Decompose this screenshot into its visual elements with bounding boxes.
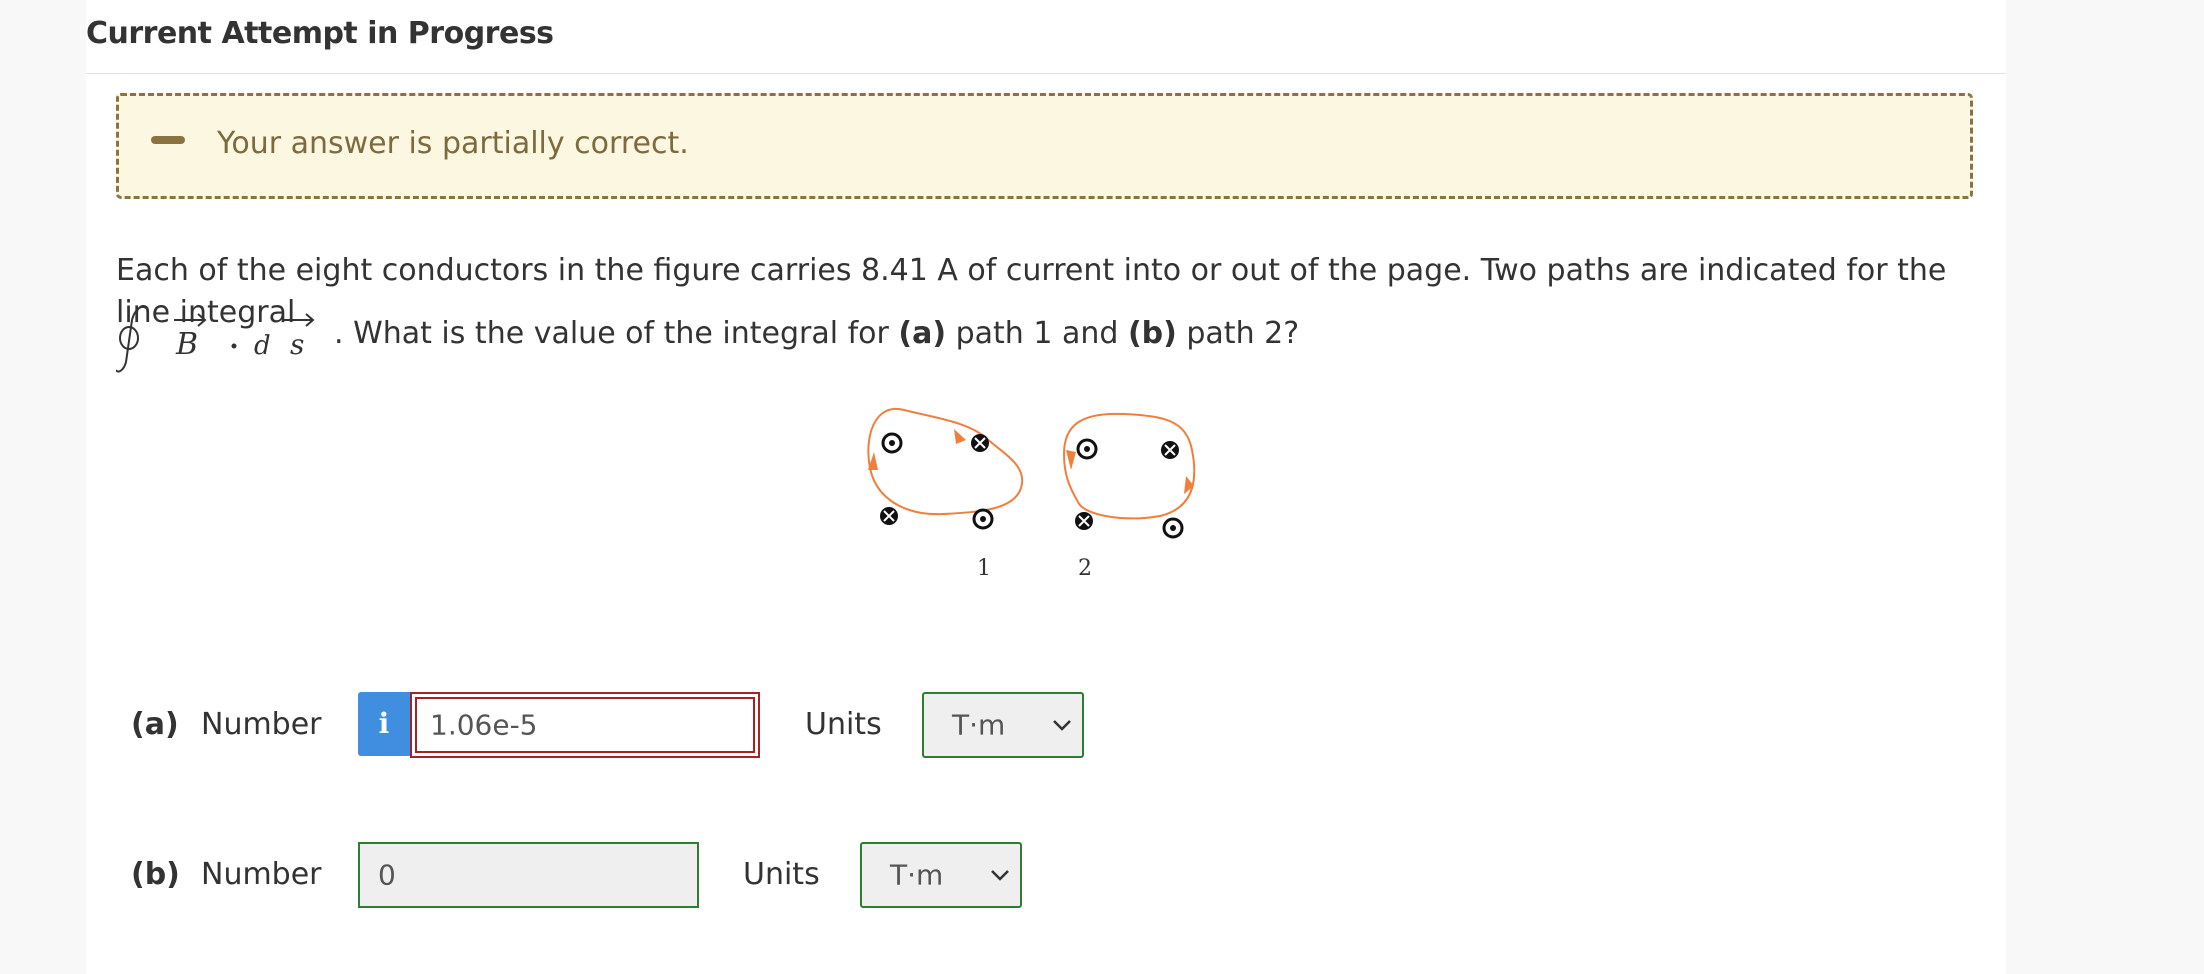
part-b-label: Number xyxy=(201,857,322,892)
conductor-figure: 1 2 xyxy=(867,407,1196,581)
question-page: Current Attempt in Progress Your answer … xyxy=(86,0,2006,974)
B-vector: B xyxy=(175,327,198,362)
conductor-in-icon xyxy=(880,507,898,525)
part-a-id: (a) xyxy=(131,707,179,742)
part-a-units-select[interactable]: T·m xyxy=(922,692,1084,758)
path-1-label: 1 xyxy=(977,556,991,581)
page-title: Current Attempt in Progress xyxy=(86,16,554,51)
conductor-in-icon xyxy=(1075,512,1093,530)
path-2-arrow-icon xyxy=(1184,476,1194,494)
path-2-label: 2 xyxy=(1078,556,1092,581)
feedback-banner: Your answer is partially correct. xyxy=(116,93,1973,199)
info-icon[interactable]: i xyxy=(358,692,410,756)
path-2-arrow-icon xyxy=(1066,450,1076,470)
feedback-message: Your answer is partially correct. xyxy=(217,126,689,161)
conductor-out-icon xyxy=(881,432,903,454)
part-b-answer-value: 0 xyxy=(378,858,396,892)
part-a-units-value: T·m xyxy=(952,708,1006,742)
conductor-in-icon xyxy=(1161,441,1179,459)
part-a-units-label: Units xyxy=(805,707,882,742)
path-2-loop xyxy=(1062,412,1196,520)
part-a-answer-value: 1.06e-5 xyxy=(430,708,538,742)
conductor-out-icon xyxy=(1076,438,1098,460)
conductor-in-icon xyxy=(971,434,989,452)
partial-minus-icon xyxy=(151,136,185,144)
s-vector: s xyxy=(290,328,304,361)
path-1-loop xyxy=(867,407,1024,516)
part-b-units-select[interactable]: T·m xyxy=(860,842,1022,908)
line-integral-formula: B d s xyxy=(116,306,315,373)
question-line2-text: . What is the value of the integral for … xyxy=(334,316,1300,351)
chevron-down-icon xyxy=(991,870,1009,881)
d-symbol: d xyxy=(254,331,271,361)
conductor-out-icon xyxy=(972,508,994,530)
part-b-answer-input[interactable]: 0 xyxy=(358,842,699,908)
part-b-units-label: Units xyxy=(743,857,820,892)
question-line2: B d s . What is the value of the integra… xyxy=(116,300,1316,380)
chevron-down-icon xyxy=(1053,720,1071,731)
part-a-answer-input[interactable]: 1.06e-5 xyxy=(410,692,760,758)
path-1-arrow-icon xyxy=(954,429,966,444)
part-a-label: Number xyxy=(201,707,322,742)
divider xyxy=(86,73,2006,74)
part-b-id: (b) xyxy=(131,857,180,892)
conductor-out-icon xyxy=(1162,517,1184,539)
part-b-units-value: T·m xyxy=(890,858,944,892)
